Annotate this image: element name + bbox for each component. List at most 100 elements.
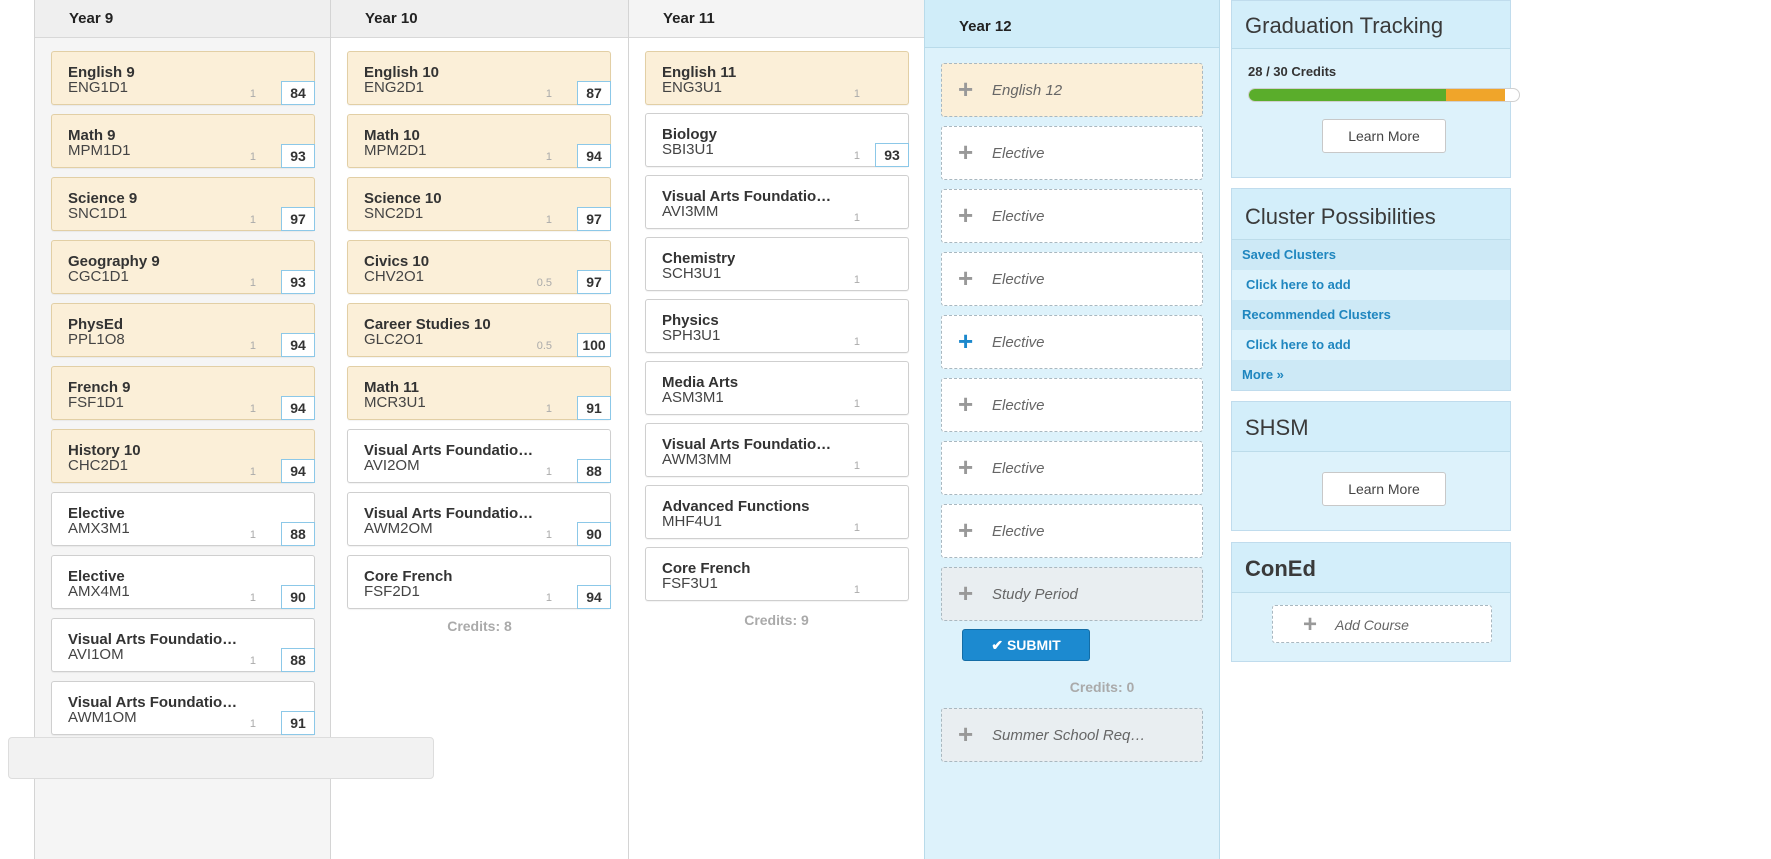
course-code: AWM3MM [662, 451, 732, 468]
course-card[interactable]: English 10 ENG2D1 1 87 [347, 51, 611, 105]
course-credit: 1 [249, 340, 256, 352]
course-card[interactable]: Math 11 MCR3U1 1 91 [347, 366, 611, 420]
progress-earned-fill [1249, 89, 1447, 101]
course-grade: 84 [281, 81, 315, 105]
course-credit: 1 [545, 151, 552, 163]
course-code: AMX3M1 [68, 520, 130, 537]
submit-button[interactable]: ✔ SUBMIT [962, 629, 1090, 661]
course-card[interactable]: English 11 ENG3U1 1 [645, 51, 909, 105]
slot-label: Elective [992, 145, 1045, 162]
year-9-column: Year 9 English 9 ENG1D1 1 84 Math 9 MPM1D1 1 93… [34, 0, 330, 859]
year-12-course-slot[interactable]: + English 12 [941, 63, 1203, 117]
course-code: MHF4U1 [662, 513, 723, 530]
course-grade: 93 [281, 270, 315, 294]
credits-progress-text: 28 / 30 Credits [1248, 64, 1337, 79]
course-credit: 0.5 [536, 277, 552, 289]
course-grade: 88 [281, 648, 315, 672]
course-card[interactable]: Physics SPH3U1 1 [645, 299, 909, 353]
course-code: ASM3M1 [662, 389, 724, 406]
course-code: FSF2D1 [364, 583, 420, 600]
course-card[interactable]: English 9 ENG1D1 1 84 [51, 51, 315, 105]
year-10-credits-total: Credits: 8 [447, 618, 512, 634]
course-card[interactable]: Science 9 SNC1D1 1 97 [51, 177, 315, 231]
saved-clusters-add-link[interactable]: Click here to add [1232, 270, 1510, 300]
course-code: ENG1D1 [68, 79, 129, 96]
course-credit: 1 [853, 88, 860, 100]
plus-icon: + [958, 263, 974, 293]
year-12-course-slot[interactable]: + Study Period [941, 567, 1203, 621]
year-12-course-slot[interactable]: + Elective [941, 441, 1203, 495]
year-12-course-slot[interactable]: + Elective [941, 504, 1203, 558]
recommended-clusters-label: Recommended Clusters [1232, 300, 1510, 330]
course-grade: 94 [577, 144, 611, 168]
course-grade: 88 [281, 522, 315, 546]
course-card[interactable]: Visual Arts Foundatio… AVI1OM 1 88 [51, 618, 315, 672]
plus-icon: + [958, 326, 974, 356]
course-code: AVI2OM [364, 457, 420, 474]
course-card[interactable]: Visual Arts Foundatio… AWM1OM 1 91 [51, 681, 315, 735]
slot-label: Elective [992, 208, 1045, 225]
course-card[interactable]: Visual Arts Foundatio… AVI2OM 1 88 [347, 429, 611, 483]
course-credit: 1 [249, 592, 256, 604]
course-card[interactable]: Core French FSF3U1 1 [645, 547, 909, 601]
course-card[interactable]: Visual Arts Foundatio… AWM2OM 1 90 [347, 492, 611, 546]
plus-icon: + [958, 578, 974, 608]
course-card[interactable]: PhysEd PPL1O8 1 94 [51, 303, 315, 357]
checkmark-icon: ✔ [991, 637, 1004, 653]
course-credit: 1 [853, 336, 860, 348]
course-card[interactable]: Elective AMX4M1 1 90 [51, 555, 315, 609]
progress-planned-fill [1446, 89, 1506, 101]
course-card[interactable]: Biology SBI3U1 1 93 [645, 113, 909, 167]
course-card[interactable]: History 10 CHC2D1 1 94 [51, 429, 315, 483]
summer-school-slot[interactable]: + Summer School Req… [941, 708, 1203, 762]
year-9-header: Year 9 [35, 0, 330, 38]
course-grade: 93 [875, 143, 909, 167]
year-12-course-slot[interactable]: + Elective [941, 252, 1203, 306]
course-code: MPM1D1 [68, 142, 131, 159]
course-card[interactable]: Elective AMX3M1 1 88 [51, 492, 315, 546]
course-grade: 87 [577, 81, 611, 105]
course-credit: 1 [249, 655, 256, 667]
course-card[interactable]: Civics 10 CHV2O1 0.5 97 [347, 240, 611, 294]
course-card[interactable]: Core French FSF2D1 1 94 [347, 555, 611, 609]
year-12-course-slot[interactable]: + Elective [941, 189, 1203, 243]
course-card[interactable]: Visual Arts Foundatio… AVI3MM 1 [645, 175, 909, 229]
course-card[interactable]: Geography 9 CGC1D1 1 93 [51, 240, 315, 294]
course-grade: 88 [577, 459, 611, 483]
course-code: FSF3U1 [662, 575, 718, 592]
course-code: CGC1D1 [68, 268, 129, 285]
course-card[interactable]: Visual Arts Foundatio… AWM3MM 1 [645, 423, 909, 477]
plus-icon: + [958, 452, 974, 482]
course-credit: 1 [853, 460, 860, 472]
course-code: SPH3U1 [662, 327, 721, 344]
course-credit: 1 [545, 529, 552, 541]
add-course-button[interactable]: + Add Course [1272, 605, 1492, 643]
course-code: AVI3MM [662, 203, 719, 220]
course-card[interactable]: Media Arts ASM3M1 1 [645, 361, 909, 415]
course-grade: 97 [577, 207, 611, 231]
shsm-panel: SHSM Learn More [1231, 401, 1511, 531]
course-card[interactable]: Math 9 MPM1D1 1 93 [51, 114, 315, 168]
shsm-learn-more-button[interactable]: Learn More [1322, 472, 1446, 506]
plus-icon: + [958, 389, 974, 419]
course-code: PPL1O8 [68, 331, 125, 348]
more-clusters-link[interactable]: More » [1232, 360, 1510, 390]
plus-icon: + [958, 74, 974, 104]
course-code: CHC2D1 [68, 457, 129, 474]
graduation-learn-more-button[interactable]: Learn More [1322, 119, 1446, 153]
plus-icon: + [958, 137, 974, 167]
course-card[interactable]: Chemistry SCH3U1 1 [645, 237, 909, 291]
course-card[interactable]: Math 10 MPM2D1 1 94 [347, 114, 611, 168]
course-card[interactable]: Career Studies 10 GLC2O1 0.5 100 [347, 303, 611, 357]
course-code: AVI1OM [68, 646, 124, 663]
year-12-course-slot[interactable]: + Elective [941, 378, 1203, 432]
course-card[interactable]: Science 10 SNC2D1 1 97 [347, 177, 611, 231]
year-12-course-slot[interactable]: + Elective [941, 315, 1203, 369]
course-credit: 1 [853, 212, 860, 224]
course-card[interactable]: French 9 FSF1D1 1 94 [51, 366, 315, 420]
course-code: AWM1OM [68, 709, 137, 726]
recommended-clusters-add-link[interactable]: Click here to add [1232, 330, 1510, 360]
course-card[interactable]: Advanced Functions MHF4U1 1 [645, 485, 909, 539]
year-12-course-slot[interactable]: + Elective [941, 126, 1203, 180]
year-12-column: Year 12 + English 12 + Elective + Elective + El… [924, 0, 1220, 859]
